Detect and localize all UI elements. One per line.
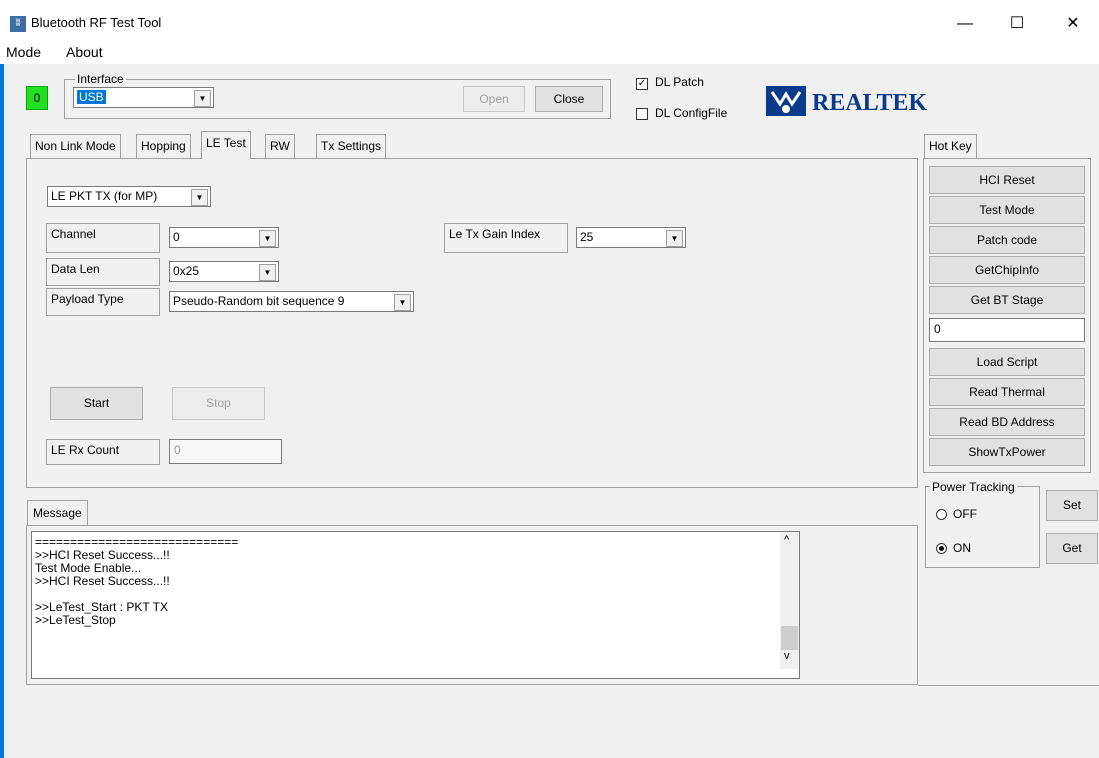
- dl-configfile-checkbox[interactable]: [636, 108, 648, 120]
- le-mode-select-value: LE PKT TX (for MP): [51, 189, 158, 203]
- le-tx-gain-select[interactable]: 25 ▼: [576, 227, 686, 248]
- start-button[interactable]: Start: [50, 387, 143, 420]
- scrollbar-thumb[interactable]: [781, 626, 798, 650]
- window-left-edge: [0, 0, 4, 758]
- chevron-down-icon: ▼: [259, 264, 276, 281]
- payload-type-select-value: Pseudo-Random bit sequence 9: [173, 294, 345, 308]
- message-scrollbar[interactable]: ^ v: [780, 532, 799, 669]
- tab-hot-key[interactable]: Hot Key: [924, 134, 977, 158]
- power-off-radio[interactable]: [936, 509, 947, 520]
- power-tracking-legend: Power Tracking: [930, 480, 1017, 494]
- bt-stage-field[interactable]: 0: [929, 318, 1085, 342]
- channel-select-value: 0: [173, 230, 180, 244]
- chevron-down-icon: ▼: [394, 294, 411, 311]
- menu-about[interactable]: About: [66, 44, 103, 60]
- menu-mode[interactable]: Mode: [6, 44, 41, 60]
- power-off-label: OFF: [953, 507, 977, 521]
- chevron-down-icon: ▼: [191, 189, 208, 206]
- test-mode-button[interactable]: Test Mode: [929, 196, 1085, 224]
- scroll-up-icon[interactable]: ^: [784, 534, 789, 546]
- le-tx-gain-select-value: 25: [580, 230, 594, 244]
- le-rx-count-label: LE Rx Count: [46, 439, 160, 465]
- tab-hopping[interactable]: Hopping: [136, 134, 191, 158]
- tab-rw[interactable]: RW: [265, 134, 295, 158]
- tab-non-link-mode[interactable]: Non Link Mode: [30, 134, 121, 158]
- realtek-logo: REALTEK: [766, 82, 950, 120]
- maximize-button[interactable]: ☐: [994, 10, 1040, 38]
- power-tracking-group: [925, 486, 1040, 568]
- dl-patch-label: DL Patch: [655, 75, 704, 89]
- tab-message[interactable]: Message: [27, 500, 88, 526]
- tab-tx-settings[interactable]: Tx Settings: [316, 134, 387, 158]
- hci-reset-button[interactable]: HCI Reset: [929, 166, 1085, 194]
- interface-select[interactable]: USB ▼: [73, 87, 214, 108]
- window-title: Bluetooth RF Test Tool: [31, 15, 162, 30]
- app-icon: ʬ: [10, 16, 26, 32]
- le-mode-select[interactable]: LE PKT TX (for MP) ▼: [47, 186, 211, 207]
- dl-patch-checkbox[interactable]: ✓: [636, 78, 648, 90]
- power-on-radio[interactable]: [936, 543, 947, 554]
- data-len-select[interactable]: 0x25 ▼: [169, 261, 279, 282]
- power-get-button[interactable]: Get: [1046, 533, 1098, 564]
- divider: [918, 685, 1099, 686]
- svg-text:REALTEK: REALTEK: [812, 90, 927, 116]
- chevron-down-icon: ▼: [666, 230, 683, 247]
- channel-select[interactable]: 0 ▼: [169, 227, 279, 248]
- get-chip-info-button[interactable]: GetChipInfo: [929, 256, 1085, 284]
- data-len-label: Data Len: [46, 258, 160, 286]
- load-script-button[interactable]: Load Script: [929, 348, 1085, 376]
- power-set-button[interactable]: Set: [1046, 490, 1098, 521]
- get-bt-stage-button[interactable]: Get BT Stage: [929, 286, 1085, 314]
- le-rx-count-field[interactable]: 0: [169, 439, 282, 464]
- dl-configfile-label: DL ConfigFile: [655, 106, 728, 120]
- interface-select-value: USB: [77, 90, 106, 104]
- scroll-down-icon[interactable]: v: [784, 650, 790, 662]
- show-tx-power-button[interactable]: ShowTxPower: [929, 438, 1085, 466]
- title-bar: [0, 0, 1099, 42]
- tab-le-test[interactable]: LE Test: [201, 131, 251, 159]
- status-led: 0: [26, 86, 48, 110]
- menu-bar: [0, 42, 1099, 64]
- message-log[interactable]: ============================= >>HCI Rese…: [31, 531, 800, 679]
- data-len-select-value: 0x25: [173, 264, 200, 278]
- read-thermal-button[interactable]: Read Thermal: [929, 378, 1085, 406]
- minimize-button[interactable]: —: [942, 10, 988, 38]
- channel-label: Channel: [46, 223, 160, 253]
- interface-legend: Interface: [75, 72, 126, 86]
- open-button[interactable]: Open: [463, 86, 525, 112]
- patch-code-button[interactable]: Patch code: [929, 226, 1085, 254]
- le-tx-gain-label: Le Tx Gain Index: [444, 223, 568, 253]
- stop-button[interactable]: Stop: [172, 387, 265, 420]
- payload-type-label: Payload Type: [46, 288, 160, 316]
- chevron-down-icon: ▼: [194, 90, 211, 107]
- read-bd-address-button[interactable]: Read BD Address: [929, 408, 1085, 436]
- chevron-down-icon: ▼: [259, 230, 276, 247]
- payload-type-select[interactable]: Pseudo-Random bit sequence 9 ▼: [169, 291, 414, 312]
- close-button[interactable]: Close: [535, 86, 603, 112]
- power-on-label: ON: [953, 541, 971, 555]
- close-window-button[interactable]: ✕: [1050, 10, 1096, 38]
